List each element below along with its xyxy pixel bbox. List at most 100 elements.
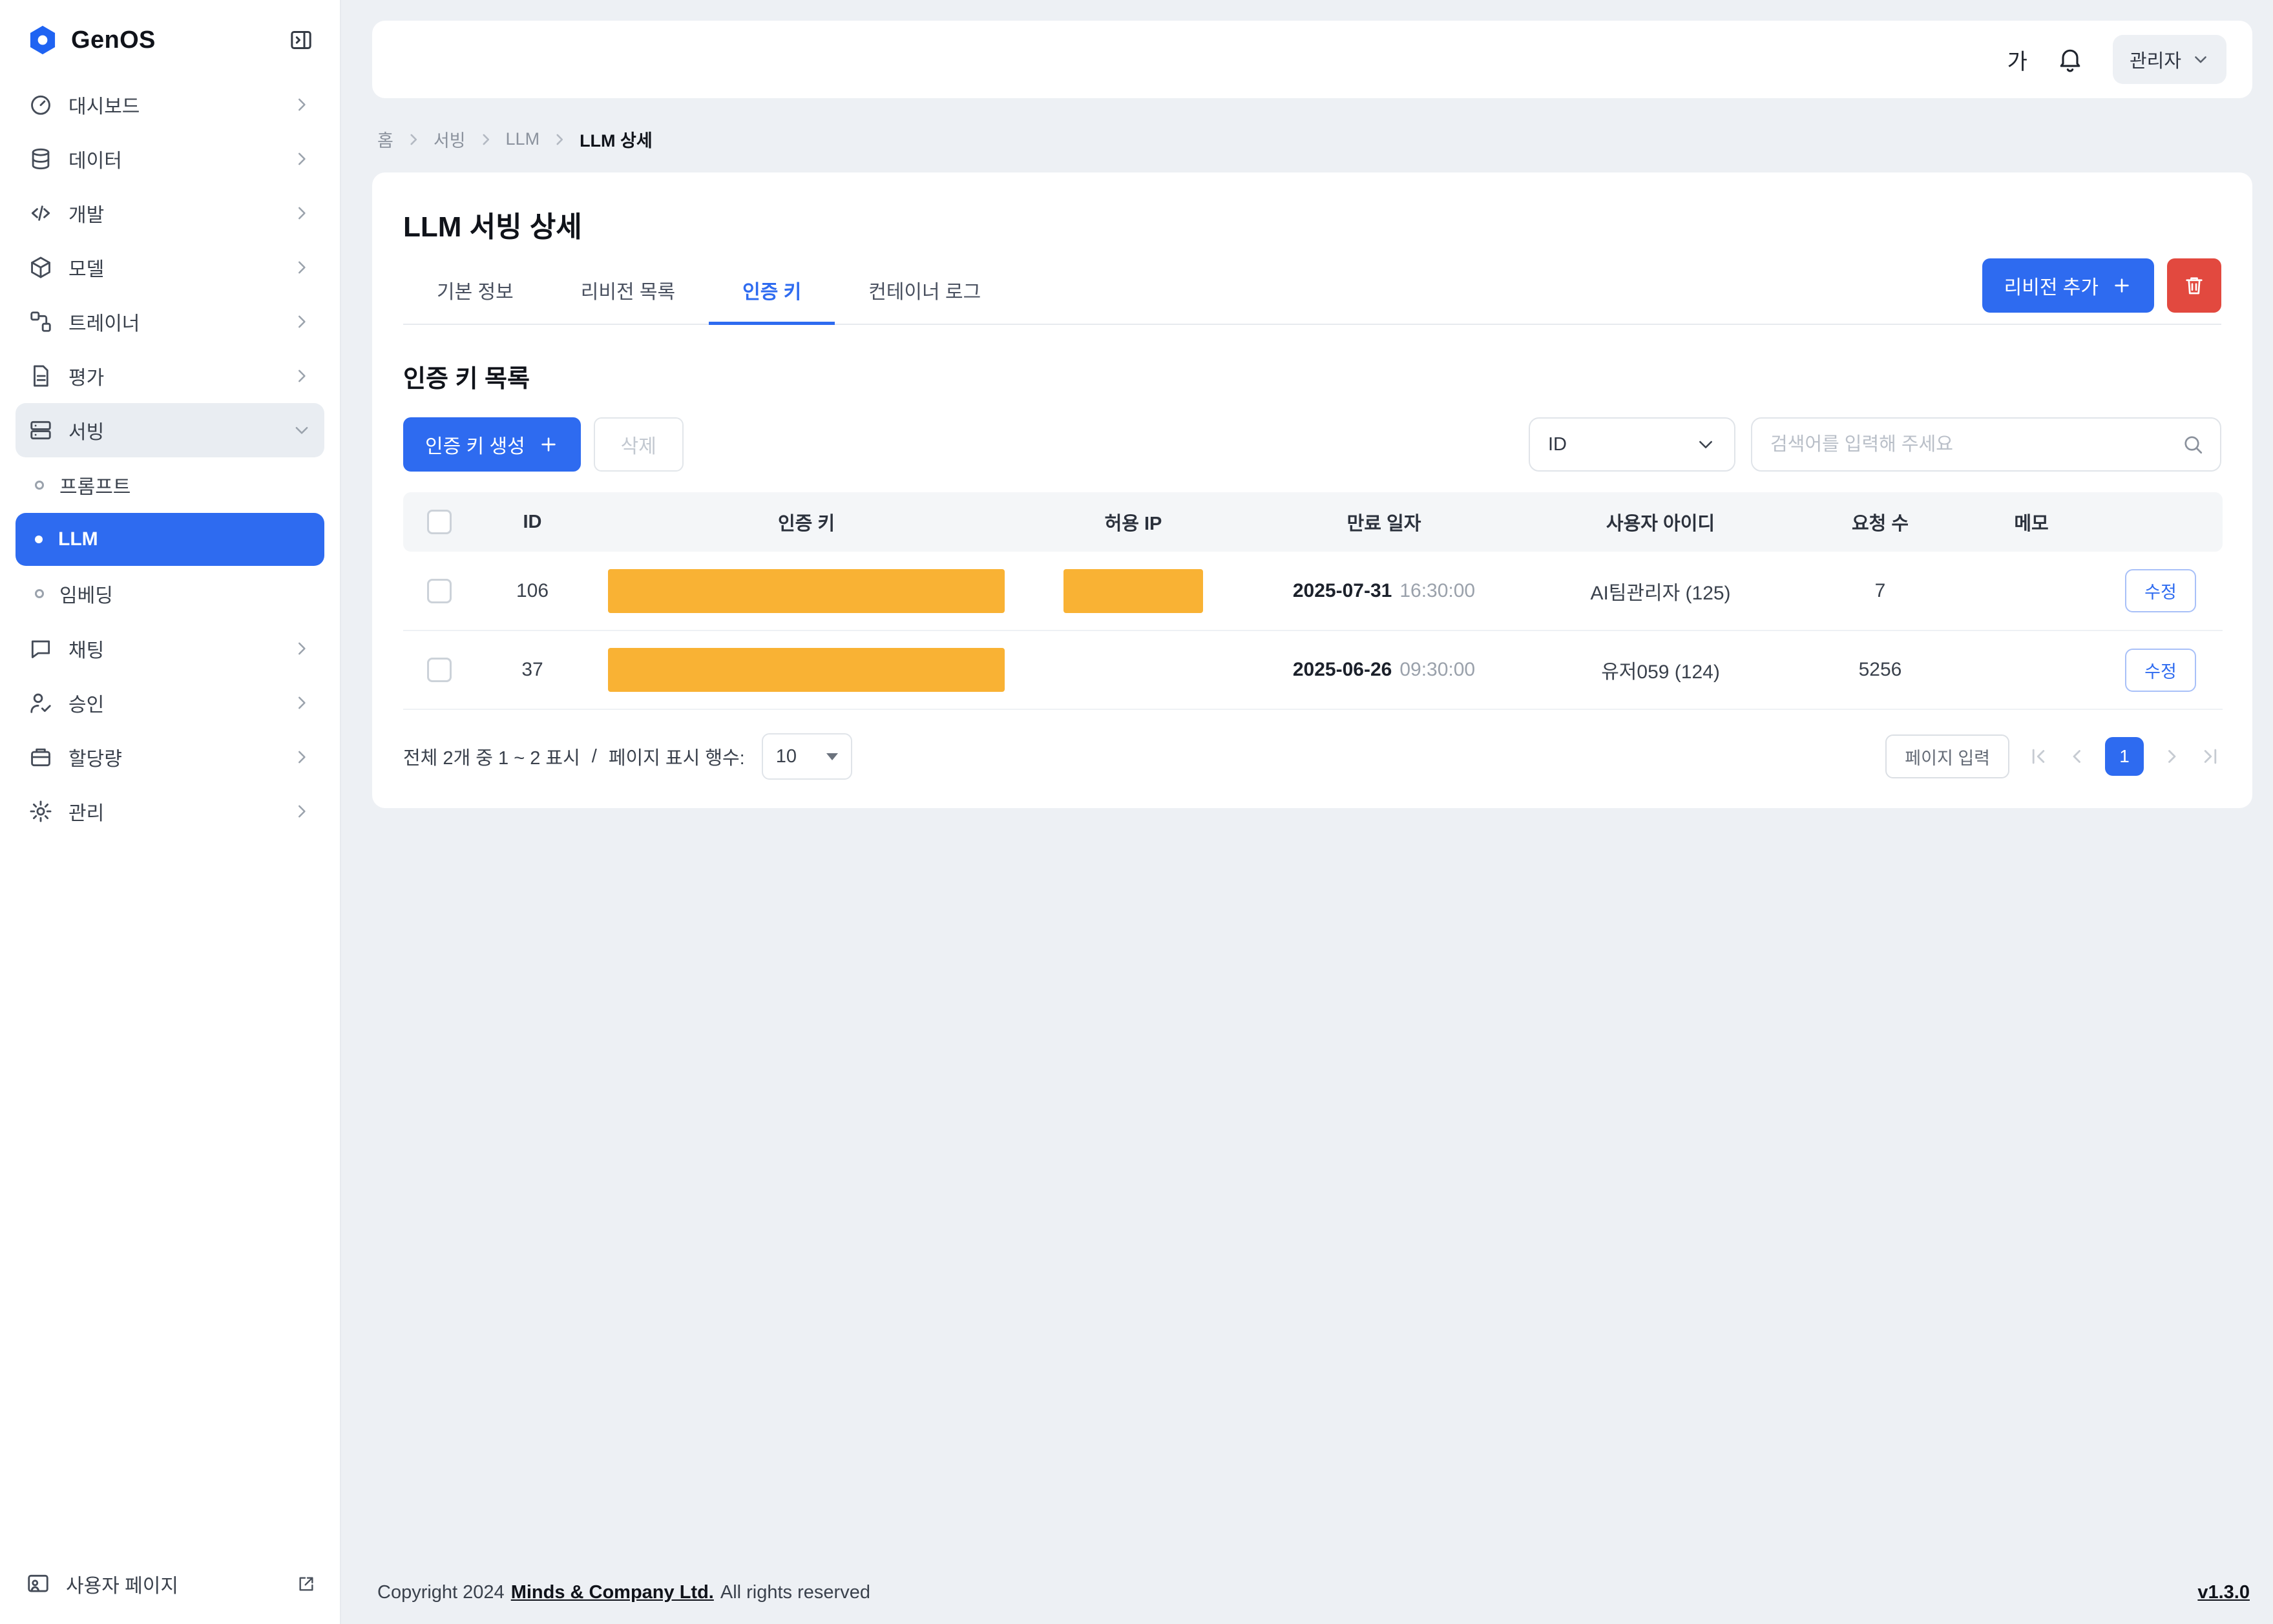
tab-container-log[interactable]: 컨테이너 로그 bbox=[835, 258, 1014, 325]
row-checkbox[interactable] bbox=[427, 658, 452, 682]
chat-bubble-icon bbox=[28, 636, 53, 661]
sidebar-item-serving[interactable]: 서빙 bbox=[16, 403, 324, 457]
filter-field-select[interactable]: ID bbox=[1529, 417, 1735, 472]
sidebar-item-label: 승인 bbox=[68, 689, 104, 717]
chevron-right-icon bbox=[405, 131, 422, 148]
sidebar-item-user-page[interactable]: 사용자 페이지 bbox=[26, 1570, 317, 1598]
current-page-button[interactable]: 1 bbox=[2105, 737, 2144, 776]
auth-key-masked-bar bbox=[608, 569, 1005, 613]
cell-auth-key bbox=[589, 552, 1023, 630]
genos-logo[interactable]: GenOS bbox=[26, 23, 156, 57]
version-link[interactable]: v1.3.0 bbox=[2197, 1582, 2250, 1603]
sidebar-item-chat[interactable]: 채팅 bbox=[16, 621, 324, 676]
tab-auth-key[interactable]: 인증 키 bbox=[709, 258, 835, 325]
filter-field-value: ID bbox=[1548, 434, 1567, 455]
cell-allowed-ip bbox=[1023, 630, 1243, 709]
expiry-date: 2025-07-31 bbox=[1293, 580, 1392, 601]
previous-page-button[interactable] bbox=[2066, 745, 2088, 767]
expiry-date: 2025-06-26 bbox=[1293, 659, 1392, 680]
sidebar-item-quota[interactable]: 할당량 bbox=[16, 730, 324, 784]
user-menu-button[interactable]: 관리자 bbox=[2113, 35, 2226, 84]
sidebar-item-llm[interactable]: LLM bbox=[16, 513, 324, 566]
column-header-user-id: 사용자 아이디 bbox=[1525, 492, 1796, 552]
panel-collapse-icon bbox=[288, 27, 314, 53]
sidebar-collapse-button[interactable] bbox=[286, 25, 317, 56]
sidebar-item-approval[interactable]: 승인 bbox=[16, 676, 324, 730]
language-toggle[interactable]: 가 bbox=[2007, 44, 2027, 76]
cell-id: 106 bbox=[476, 552, 589, 630]
sidebar-item-develop[interactable]: 개발 bbox=[16, 186, 324, 240]
rows-per-page-select[interactable]: 10 bbox=[762, 733, 852, 780]
sidebar-item-dashboard[interactable]: 대시보드 bbox=[16, 78, 324, 132]
sidebar-item-label: 평가 bbox=[68, 362, 104, 390]
page-input-button[interactable]: 페이지 입력 bbox=[1885, 734, 2009, 778]
company-link[interactable]: Minds & Company Ltd. bbox=[511, 1582, 714, 1603]
notifications-bell-icon[interactable] bbox=[2056, 45, 2084, 74]
column-header-allowed-ip: 허용 IP bbox=[1023, 492, 1243, 552]
column-header-request-count: 요청 수 bbox=[1796, 492, 1964, 552]
copyright: Copyright 2024 Minds & Company Ltd. All … bbox=[377, 1582, 870, 1603]
workflow-icon bbox=[28, 309, 53, 334]
edit-button[interactable]: 수정 bbox=[2125, 649, 2196, 692]
breadcrumb-llm[interactable]: LLM bbox=[506, 129, 540, 149]
user-check-icon bbox=[28, 691, 53, 715]
tab-basic-info[interactable]: 기본 정보 bbox=[403, 258, 547, 325]
cube-icon bbox=[28, 255, 53, 280]
add-revision-button[interactable]: 리비전 추가 bbox=[1982, 258, 2154, 313]
plus-icon bbox=[2111, 275, 2132, 296]
gear-icon bbox=[28, 799, 53, 824]
page-title: LLM 서빙 상세 bbox=[403, 203, 2221, 245]
header-checkbox-cell bbox=[403, 492, 476, 552]
page-footer: Copyright 2024 Minds & Company Ltd. All … bbox=[341, 1564, 2273, 1624]
sidebar-item-evaluation[interactable]: 평가 bbox=[16, 349, 324, 403]
column-header-expiry: 만료 일자 bbox=[1243, 492, 1525, 552]
app-root: GenOS 대시보드 데이터 개발 bbox=[0, 0, 2273, 1624]
pager: 1 bbox=[2027, 737, 2221, 776]
sidebar-item-label: 임베딩 bbox=[59, 579, 113, 608]
select-all-checkbox[interactable] bbox=[427, 510, 452, 534]
search-input[interactable] bbox=[1751, 417, 2221, 472]
column-header-memo: 메모 bbox=[1964, 492, 2099, 552]
next-page-button[interactable] bbox=[2161, 745, 2183, 767]
pagination-summary: 전체 2개 중 1 ~ 2 표시 bbox=[403, 743, 580, 770]
edit-button[interactable]: 수정 bbox=[2125, 569, 2196, 612]
logo-icon bbox=[26, 23, 59, 57]
breadcrumb-home[interactable]: 홈 bbox=[377, 127, 393, 152]
table-footer: 전체 2개 중 1 ~ 2 표시 / 페이지 표시 행수: 10 페이지 입력 … bbox=[403, 733, 2221, 780]
first-page-button[interactable] bbox=[2027, 745, 2049, 767]
breadcrumb-current: LLM 상세 bbox=[580, 127, 653, 152]
delete-keys-button[interactable]: 삭제 bbox=[594, 417, 684, 472]
sidebar-item-embedding[interactable]: 임베딩 bbox=[16, 567, 324, 620]
add-revision-label: 리비전 추가 bbox=[2004, 271, 2099, 300]
sidebar-item-model[interactable]: 모델 bbox=[16, 240, 324, 295]
sidebar-item-label: 채팅 bbox=[68, 634, 104, 663]
plus-icon bbox=[538, 434, 559, 455]
sidebar-item-data[interactable]: 데이터 bbox=[16, 132, 324, 186]
last-page-button[interactable] bbox=[2199, 745, 2221, 767]
cell-expiry: 2025-07-3116:30:00 bbox=[1243, 552, 1525, 630]
search-icon[interactable] bbox=[2181, 433, 2205, 456]
cell-actions: 수정 bbox=[2099, 552, 2223, 630]
cell-id: 37 bbox=[476, 630, 589, 709]
chevron-right-icon bbox=[292, 802, 311, 821]
tab-revision-list[interactable]: 리비전 목록 bbox=[547, 258, 709, 325]
chevron-right-icon bbox=[292, 366, 311, 386]
external-link-icon bbox=[296, 1574, 317, 1594]
create-key-button[interactable]: 인증 키 생성 bbox=[403, 417, 581, 472]
cell-request-count: 5256 bbox=[1796, 630, 1964, 709]
sidebar-item-label: 트레이너 bbox=[68, 307, 140, 336]
pagination-separator: / bbox=[592, 746, 597, 767]
bullet-icon bbox=[35, 536, 43, 543]
sidebar-item-management[interactable]: 관리 bbox=[16, 784, 324, 838]
copyright-prefix: Copyright 2024 bbox=[377, 1582, 505, 1603]
sidebar-header: GenOS bbox=[0, 0, 340, 72]
caret-down-icon bbox=[826, 753, 838, 760]
delete-serving-button[interactable] bbox=[2167, 258, 2221, 313]
breadcrumb-serving[interactable]: 서빙 bbox=[434, 127, 466, 152]
row-checkbox[interactable] bbox=[427, 579, 452, 603]
sidebar-item-prompt[interactable]: 프롬프트 bbox=[16, 459, 324, 512]
chevron-right-icon bbox=[292, 312, 311, 331]
cell-user-id: AI팀관리자 (125) bbox=[1525, 552, 1796, 630]
cell-checkbox bbox=[403, 552, 476, 630]
sidebar-item-trainer[interactable]: 트레이너 bbox=[16, 295, 324, 349]
